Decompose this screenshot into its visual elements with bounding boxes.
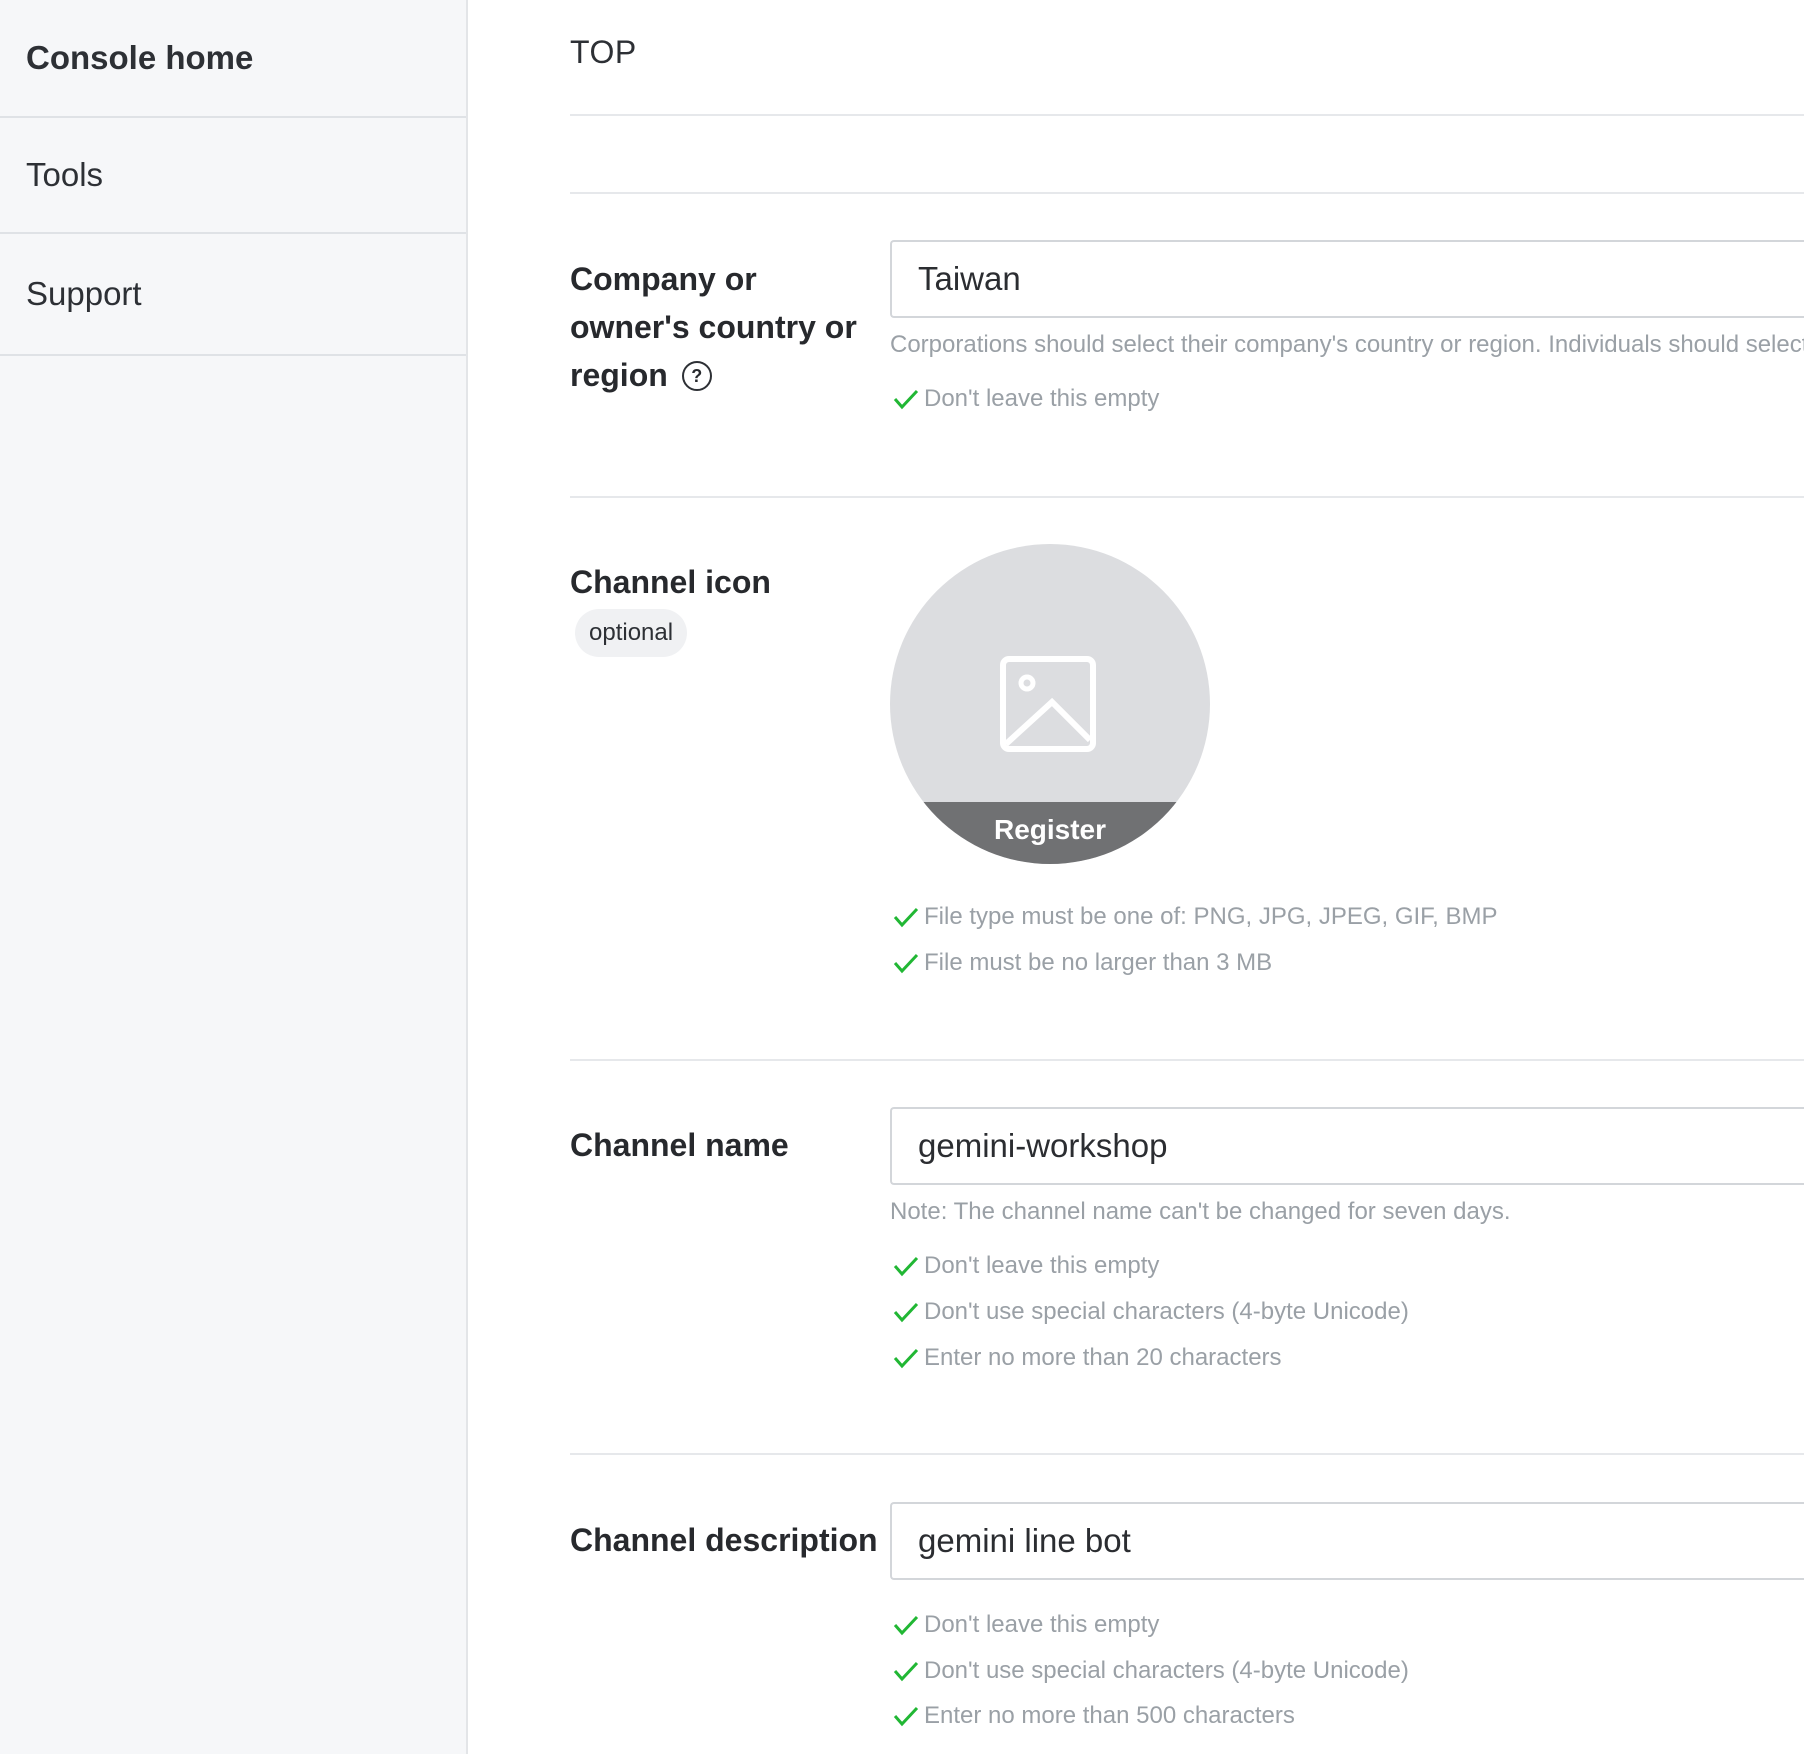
divider xyxy=(570,1453,1804,1455)
check-icon xyxy=(893,1256,919,1277)
image-placeholder-icon xyxy=(1000,656,1096,752)
app-root: Console home Tools Support TOP Company o… xyxy=(0,0,1804,1754)
check-icon xyxy=(893,1661,919,1682)
channel-icon-field-label: Channel icon xyxy=(570,564,771,600)
validation-item: Don't leave this empty xyxy=(892,1611,1159,1639)
divider xyxy=(570,1059,1804,1061)
check-icon xyxy=(893,1348,919,1369)
channel-icon-uploader[interactable]: Register xyxy=(890,544,1210,864)
validation-item: Don't leave this empty xyxy=(892,385,1159,413)
country-input[interactable] xyxy=(890,240,1804,318)
validation-item: File must be no larger than 3 MB xyxy=(892,949,1272,977)
check-icon xyxy=(893,907,919,928)
channel-name-field-label: Channel name xyxy=(570,1127,789,1163)
check-icon xyxy=(893,1302,919,1323)
channel-name-input[interactable] xyxy=(890,1107,1804,1185)
channel-description-field-label: Channel description xyxy=(570,1522,878,1558)
validation-item: Enter no more than 500 characters xyxy=(892,1702,1295,1730)
sidebar-item-label: Tools xyxy=(26,156,104,193)
optional-badge: optional xyxy=(575,609,688,657)
sidebar-item-label: Console home xyxy=(26,39,254,76)
validation-item: Don't leave this empty xyxy=(892,1252,1159,1280)
sidebar-item-support[interactable]: Support xyxy=(0,234,466,356)
check-icon xyxy=(893,1706,919,1727)
help-circle-icon[interactable]: ? xyxy=(681,361,712,391)
channel-name-hint: Note: The channel name can't be changed … xyxy=(890,1198,1511,1225)
divider xyxy=(570,114,1804,116)
check-icon xyxy=(893,389,919,410)
breadcrumb[interactable]: TOP xyxy=(570,34,637,71)
validation-item: Enter no more than 20 characters xyxy=(892,1344,1282,1372)
channel-description-input[interactable] xyxy=(890,1502,1804,1580)
register-button[interactable]: Register xyxy=(890,802,1210,864)
validation-item: Don't use special characters (4-byte Uni… xyxy=(892,1657,1409,1685)
validation-item: File type must be one of: PNG, JPG, JPEG… xyxy=(892,903,1498,931)
divider xyxy=(570,192,1804,194)
sidebar-item-tools[interactable]: Tools xyxy=(0,118,466,234)
main-content: TOP Company or owner's country or region… xyxy=(570,0,1804,1754)
sidebar-item-console-home[interactable]: Console home xyxy=(0,0,466,118)
check-icon xyxy=(893,953,919,974)
country-field-label: Company or owner's country or region? xyxy=(570,261,857,393)
check-icon xyxy=(893,1615,919,1636)
sidebar: Console home Tools Support xyxy=(0,0,468,1754)
validation-item: Don't use special characters (4-byte Uni… xyxy=(892,1298,1409,1326)
divider xyxy=(570,496,1804,498)
country-hint: Corporations should select their company… xyxy=(890,331,1804,358)
sidebar-item-label: Support xyxy=(26,275,142,312)
